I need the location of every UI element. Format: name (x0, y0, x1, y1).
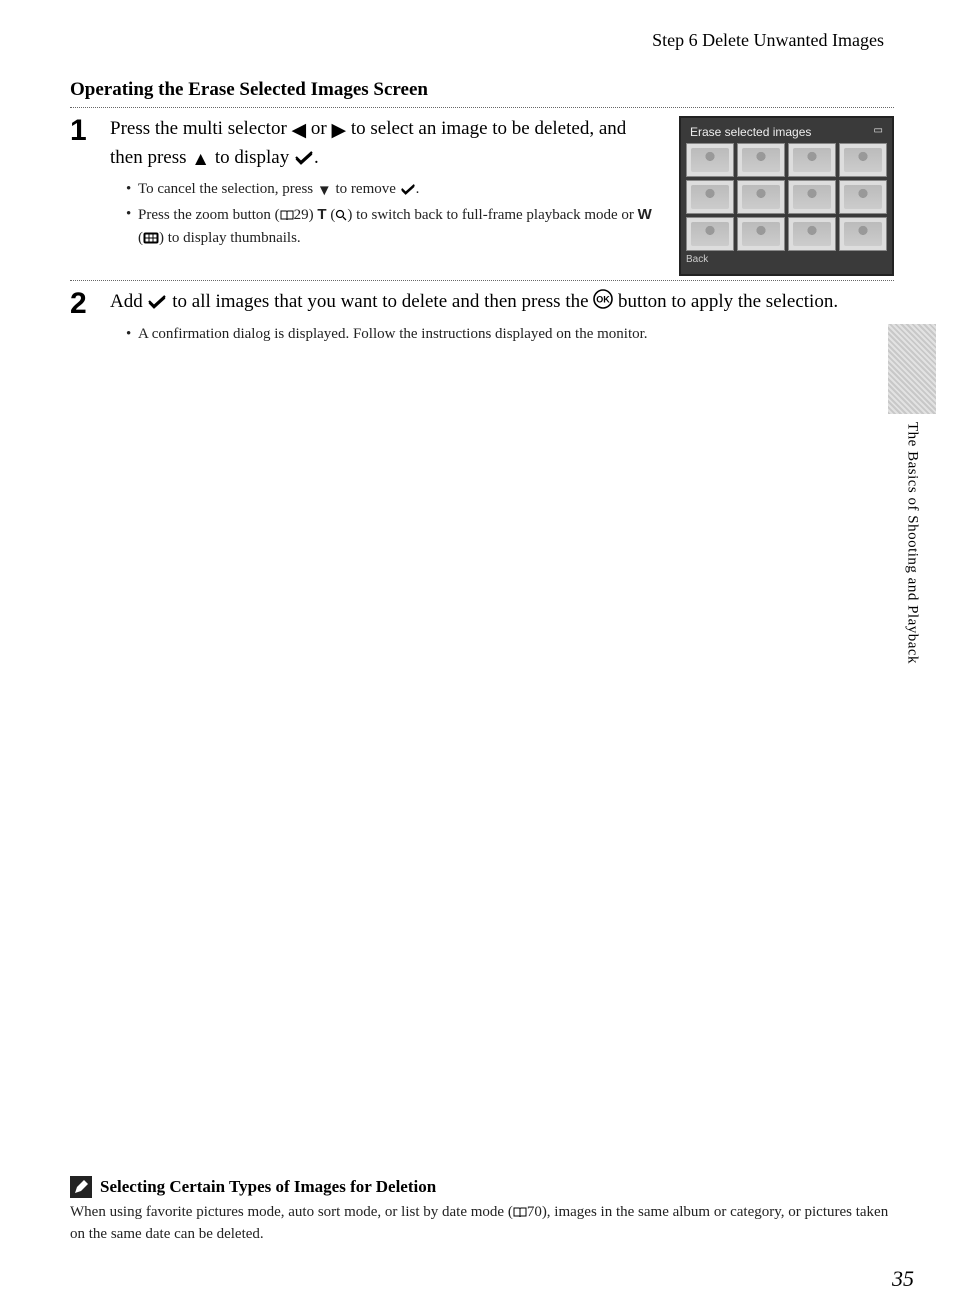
left-triangle-icon: ◀ (292, 118, 307, 145)
right-triangle-icon: ▶ (331, 118, 346, 145)
side-tab: The Basics of Shooting and Playback (888, 324, 936, 664)
divider (70, 280, 894, 281)
down-triangle-icon: ▼ (317, 181, 332, 202)
step-1-bullets: To cancel the selection, press ▼ to remo… (110, 179, 659, 251)
note-section: Selecting Certain Types of Images for De… (70, 1176, 894, 1245)
screen-footer: Back (686, 251, 887, 265)
page-header: Step 6 Delete Unwanted Images (70, 30, 894, 51)
camera-screen-illustration: Erase selected images▭ Back (679, 116, 894, 276)
book-icon (513, 1204, 527, 1224)
step-1: 1 Press the multi selector ◀ or ▶ to sel… (70, 116, 894, 276)
up-triangle-icon: ▲ (191, 147, 210, 174)
book-icon (280, 207, 294, 228)
step-1-bullet-1: To cancel the selection, press ▼ to remo… (126, 179, 659, 202)
step-1-bullet-2: Press the zoom button (29) T () to switc… (126, 204, 659, 251)
step-number: 1 (70, 116, 92, 146)
note-title: Selecting Certain Types of Images for De… (100, 1177, 436, 1197)
step-1-text: Press the multi selector ◀ or ▶ to selec… (110, 116, 659, 173)
step-number: 2 (70, 289, 92, 319)
note-pencil-icon (70, 1176, 92, 1198)
checkmark-icon (400, 181, 416, 202)
note-body: When using favorite pictures mode, auto … (70, 1202, 894, 1245)
thumbnail-icon (143, 230, 159, 251)
checkmark-icon (294, 147, 314, 174)
side-tab-label: The Basics of Shooting and Playback (904, 422, 921, 664)
divider (70, 107, 894, 108)
svg-text:OK: OK (597, 295, 611, 305)
step-2-bullet-1: A confirmation dialog is displayed. Foll… (126, 324, 894, 345)
step-2-text: Add to all images that you want to delet… (110, 289, 894, 318)
screen-title: Erase selected images▭ (686, 123, 887, 143)
step-2: 2 Add to all images that you want to del… (70, 289, 894, 347)
page-number: 35 (892, 1266, 914, 1292)
step-2-bullets: A confirmation dialog is displayed. Foll… (110, 324, 894, 345)
section-title: Operating the Erase Selected Images Scre… (70, 79, 894, 101)
side-tab-indicator (888, 324, 936, 414)
magnify-icon (335, 207, 347, 228)
ok-button-icon: OK (593, 289, 613, 318)
thumbnail-grid (686, 143, 887, 251)
checkmark-icon (147, 291, 167, 318)
battery-icon: ▭ (874, 125, 883, 136)
